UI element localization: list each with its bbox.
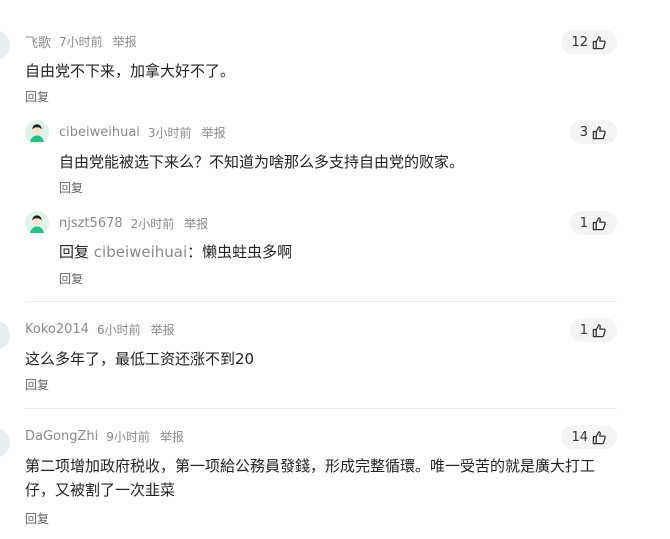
default-avatar-icon — [25, 120, 49, 144]
comment-text: 这么多年了，最低工资还涨不到20 — [25, 350, 255, 368]
comment-username[interactable]: DaGongZhi — [25, 429, 98, 444]
reply-button[interactable]: 回复 — [59, 270, 83, 287]
avatar[interactable] — [25, 120, 49, 144]
reply-prefix: 回复 — [59, 243, 90, 261]
reply-meta: cibeiweihuai 3小时前 举报 — [59, 122, 226, 142]
reply-item: cibeiweihuai 3小时前 举报 3 自由党能被选下来么？不知道为啥那么… — [25, 120, 617, 195]
comment-time: 7小时前 — [59, 34, 103, 49]
default-avatar-icon — [25, 211, 49, 235]
reply-button[interactable]: 回复 — [25, 376, 49, 393]
reply-item: njszt5678 2小时前 举报 1 回复 cibeiweihuai：懒虫蛀虫… — [25, 211, 617, 286]
thumbs-up-icon — [592, 430, 607, 445]
reply-text: 自由党能被选下来么？不知道为啥那么多支持自由党的败家。 — [59, 153, 465, 171]
reply-body: ：懒虫蛀虫多啊 — [187, 243, 293, 261]
report-link[interactable]: 举报 — [184, 215, 208, 232]
divider — [25, 408, 617, 409]
like-button[interactable]: 1 — [569, 211, 617, 235]
comment-username[interactable]: 飞歌 — [25, 32, 51, 51]
comment-item: Koko2014 6小时前 举报 1 这么多年了，最低工资还涨不到20 回复 — [25, 318, 617, 394]
avatar — [0, 428, 10, 458]
like-button[interactable]: 3 — [569, 120, 617, 144]
like-count: 12 — [571, 34, 588, 50]
comment-item: DaGongZhi 9小时前 举报 14 第二项增加政府税收，第一项給公務員發錢… — [25, 425, 617, 531]
thumbs-up-icon — [592, 323, 607, 338]
reply-username[interactable]: cibeiweihuai — [59, 125, 140, 140]
report-link[interactable]: 举报 — [160, 428, 184, 445]
reply-button[interactable]: 回复 — [25, 510, 49, 527]
reply-username[interactable]: njszt5678 — [59, 216, 123, 231]
report-link[interactable]: 举报 — [113, 33, 137, 50]
like-button[interactable]: 1 — [569, 318, 617, 342]
comment-username[interactable]: Koko2014 — [25, 322, 89, 337]
comment-item: 飞歌 7小时前 举报 12 自由党不下来，加拿大好不了。 回复 — [25, 30, 617, 106]
avatar[interactable] — [25, 211, 49, 235]
comment-text: 自由党不下来，加拿大好不了。 — [25, 62, 236, 80]
reply-button[interactable]: 回复 — [25, 88, 49, 105]
avatar — [0, 320, 10, 350]
comment-time: 9小时前 — [106, 429, 150, 444]
thumbs-up-icon — [592, 216, 607, 231]
comment-text: 第二项增加政府税收，第一项給公務員發錢，形成完整循環。唯一受苦的就是廣大打工仔，… — [25, 457, 596, 499]
thumbs-up-icon — [592, 125, 607, 140]
like-button[interactable]: 14 — [561, 425, 617, 449]
like-count: 1 — [579, 322, 588, 338]
like-count: 1 — [579, 215, 588, 231]
comment-meta: 飞歌 7小时前 举报 — [25, 31, 137, 51]
like-count: 3 — [579, 124, 588, 140]
reply-to-username[interactable]: cibeiweihuai — [94, 243, 187, 261]
reply-meta: njszt5678 2小时前 举报 — [59, 213, 208, 233]
comment-time: 6小时前 — [96, 322, 141, 337]
avatar — [0, 30, 10, 60]
report-link[interactable]: 举报 — [151, 321, 175, 338]
like-button[interactable]: 12 — [561, 30, 617, 54]
comment-meta: DaGongZhi 9小时前 举报 — [25, 426, 184, 446]
thumbs-up-icon — [592, 35, 607, 50]
reply-text: 回复 cibeiweihuai：懒虫蛀虫多啊 — [59, 240, 292, 264]
comment-meta: Koko2014 6小时前 举报 — [25, 319, 175, 339]
like-count: 14 — [571, 429, 588, 445]
report-link[interactable]: 举报 — [202, 124, 226, 141]
reply-time: 2小时前 — [130, 216, 175, 231]
reply-time: 3小时前 — [147, 125, 192, 140]
divider — [25, 301, 617, 302]
reply-button[interactable]: 回复 — [59, 179, 83, 196]
